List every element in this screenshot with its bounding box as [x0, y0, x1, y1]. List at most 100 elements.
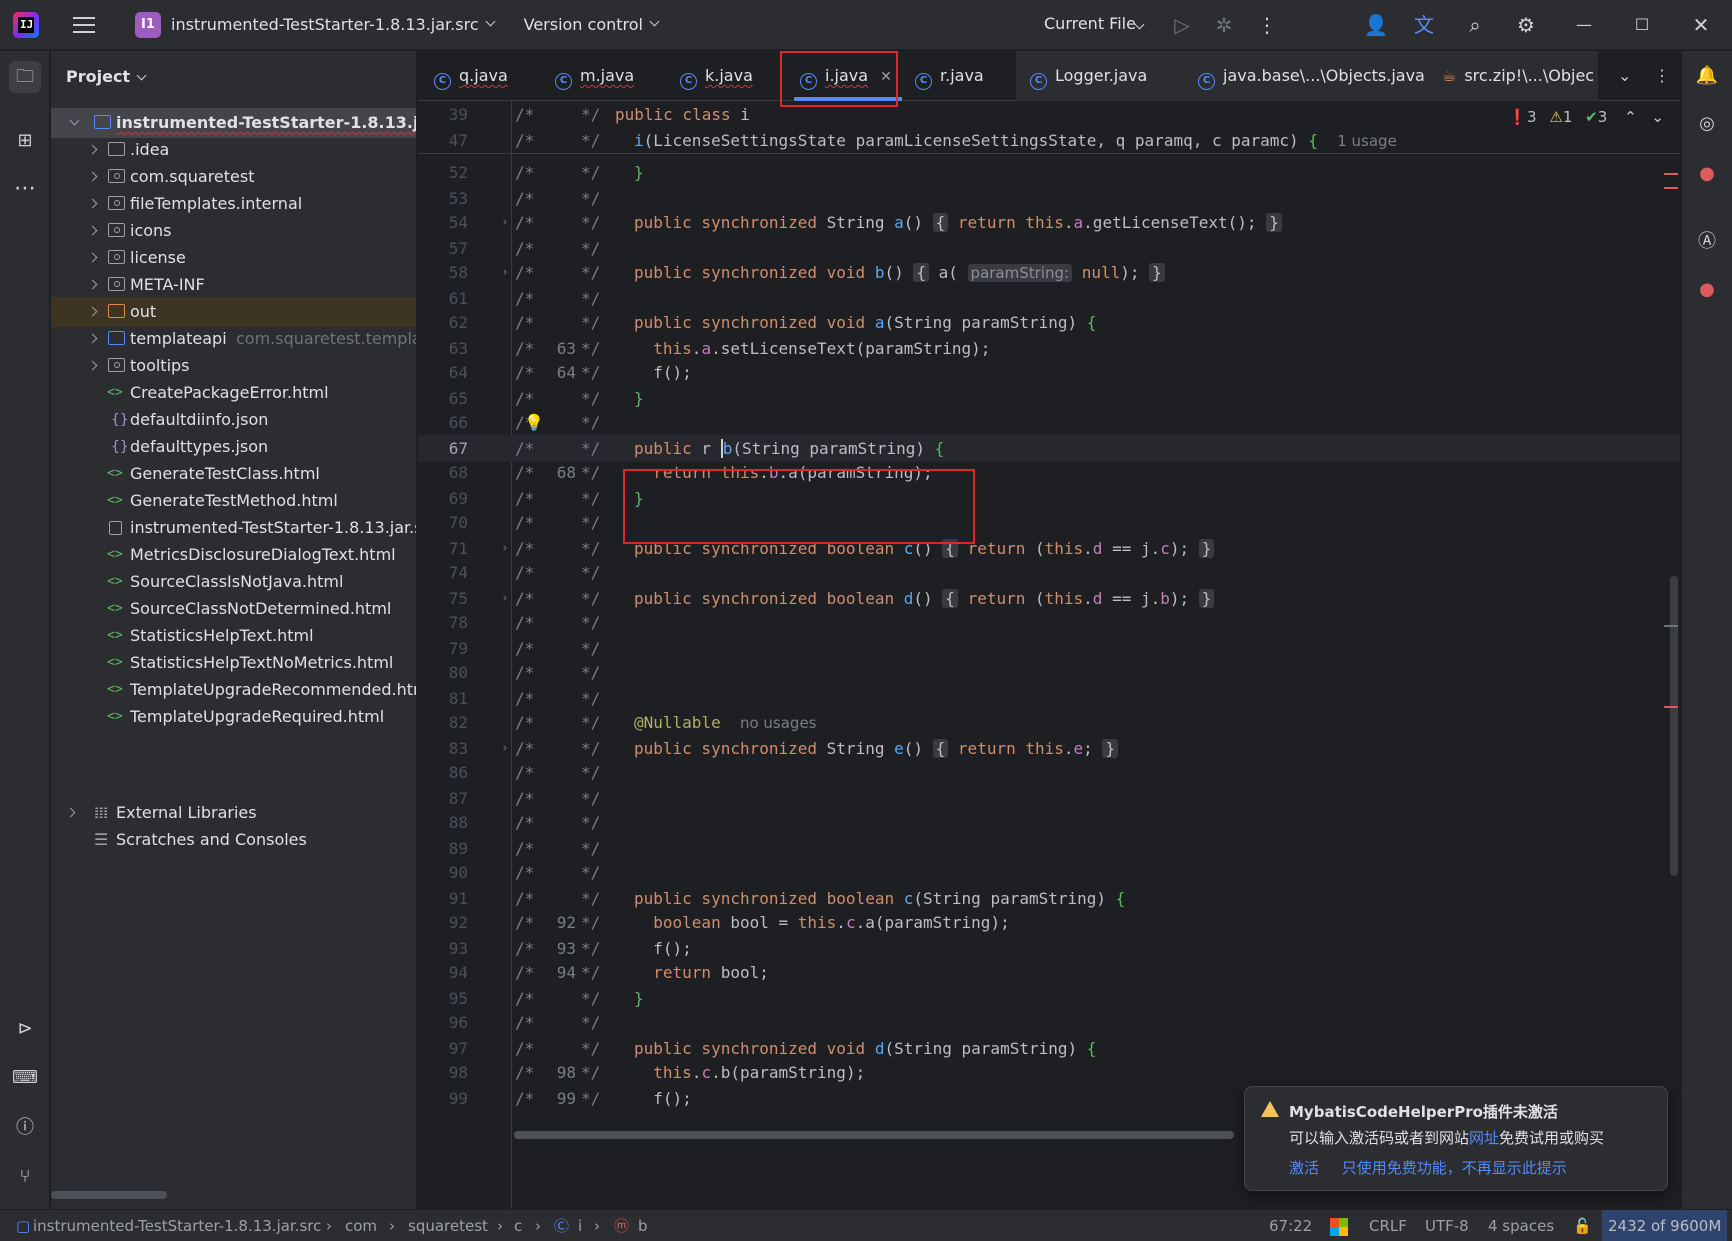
breadcrumb-separator-icon: ›: [326, 1217, 332, 1235]
package-folder-icon: [108, 250, 125, 264]
external-libraries[interactable]: 𝍖 External Libraries: [51, 798, 416, 828]
tabs-dropdown-icon[interactable]: ⌄: [1618, 51, 1631, 101]
more-actions-icon[interactable]: ⋮: [1253, 12, 1281, 38]
search-icon[interactable]: ⌕: [1461, 12, 1489, 38]
editor-horizontal-scrollbar[interactable]: [514, 1131, 1234, 1139]
tree-item[interactable]: templateapi com.squaretest.template: [51, 324, 416, 354]
tree-item[interactable]: tooltips: [51, 351, 416, 381]
json-file-icon: {}: [111, 412, 129, 428]
tree-item[interactable]: <> StatisticsHelpTextNoMetrics.html: [51, 648, 416, 678]
code-with-me-icon[interactable]: 👤: [1362, 12, 1390, 38]
main-menu-icon[interactable]: [73, 16, 95, 33]
tab-q-java[interactable]: Cq.java: [434, 51, 508, 101]
run-panel-icon[interactable]: ⊳: [9, 1013, 41, 1045]
tab-m-java[interactable]: Cm.java: [555, 51, 634, 101]
tree-item[interactable]: META-INF: [51, 270, 416, 300]
tree-item[interactable]: {} defaulttypes.json: [51, 432, 416, 462]
maximize-window-icon[interactable]: ☐: [1628, 12, 1656, 38]
git-branch-icon[interactable]: ⑂: [9, 1161, 41, 1193]
class-icon: C: [1030, 73, 1047, 90]
editor: Cq.java Cm.java Ck.java Ci.java ✕ Cr.java…: [418, 51, 1680, 1209]
tab-objects-java[interactable]: Cjava.base\...\Objects.java: [1182, 51, 1428, 101]
breadcrumb-c[interactable]: c: [514, 1210, 522, 1241]
windows-logo-icon[interactable]: [1330, 1218, 1348, 1236]
run-config-selector[interactable]: Current File: [1044, 14, 1136, 33]
problems-icon[interactable]: ⓘ: [9, 1112, 41, 1144]
tree-item[interactable]: <> GenerateTestClass.html: [51, 459, 416, 489]
notifications-bell-icon[interactable]: 🔔: [1692, 61, 1722, 91]
tree-item[interactable]: <> TemplateUpgradeRequired.html: [51, 702, 416, 732]
debug-icon[interactable]: ✲: [1210, 12, 1238, 38]
tree-item[interactable]: com.squaretest: [51, 162, 416, 192]
tree-item[interactable]: <> TemplateUpgradeRecommended.html: [51, 675, 416, 705]
lightbulb-icon[interactable]: 💡: [524, 409, 544, 436]
tab-k-java[interactable]: Ck.java: [680, 51, 753, 101]
indent-setting[interactable]: 4 spaces: [1488, 1210, 1554, 1241]
more-tools-icon[interactable]: ⋯: [9, 173, 41, 205]
next-highlight-icon[interactable]: ⌄: [1651, 108, 1664, 126]
project-panel-title[interactable]: Project: [66, 67, 147, 86]
tree-item[interactable]: <> MetricsDisclosureDialogText.html: [51, 540, 416, 570]
website-link[interactable]: 网址: [1469, 1129, 1499, 1147]
warning-icon: ⚠: [1549, 108, 1563, 126]
mybatis-log-icon[interactable]: ●: [1692, 275, 1722, 305]
project-folder-icon[interactable]: 🗀: [9, 61, 41, 93]
tree-item[interactable]: <> StatisticsHelpText.html: [51, 621, 416, 651]
settings-gear-icon[interactable]: ⚙: [1512, 12, 1540, 38]
ai-assistant-icon[interactable]: ◎: [1692, 109, 1722, 139]
translation-panel-icon[interactable]: Ⓐ: [1692, 227, 1722, 257]
project-panel-scrollbar[interactable]: [51, 1191, 167, 1199]
breadcrumb-b[interactable]: b: [638, 1210, 648, 1241]
package-folder-icon: [108, 358, 125, 372]
breadcrumb-separator-icon: ›: [594, 1217, 600, 1235]
breadcrumb-project[interactable]: instrumented-TestStarter-1.8.13.jar.src: [33, 1210, 321, 1241]
terminal-icon[interactable]: ⌨: [9, 1062, 41, 1094]
run-icon[interactable]: ▷: [1168, 12, 1196, 38]
file-encoding[interactable]: UTF-8: [1425, 1210, 1469, 1241]
notification-title: MybatisCodeHelperPro插件未激活: [1289, 1103, 1558, 1121]
left-tool-strip: 🗀 ⊞ ⋯ ⊳ ⌨ ⓘ ⑂: [0, 51, 50, 1209]
free-only-link[interactable]: 只使用免费功能，不再显示此提示: [1342, 1159, 1567, 1177]
tree-item[interactable]: fileTemplates.internal: [51, 189, 416, 219]
memory-indicator[interactable]: 2432 of 9600M: [1602, 1210, 1728, 1241]
tabs-more-icon[interactable]: ⋮: [1654, 51, 1670, 101]
tree-item[interactable]: icons: [51, 216, 416, 246]
line-separator[interactable]: CRLF: [1369, 1210, 1407, 1241]
minimize-window-icon[interactable]: —: [1570, 12, 1598, 38]
tab-src-zip-objects[interactable]: ☕ src.zip!\...\Objec: [1428, 51, 1598, 101]
tree-root[interactable]: instrumented-TestStarter-1.8.13.jar.src: [51, 108, 416, 138]
tree-item[interactable]: license: [51, 243, 416, 273]
scratches-icon: ☰: [94, 830, 109, 849]
tree-item[interactable]: <> CreatePackageError.html: [51, 378, 416, 408]
breadcrumb-i[interactable]: i: [578, 1210, 582, 1241]
tab-logger-java[interactable]: C Logger.java: [1016, 51, 1182, 101]
tree-item[interactable]: instrumented-TestStarter-1.8.13.jar.src: [51, 513, 416, 543]
editor-vertical-scrollbar[interactable]: [1670, 576, 1678, 876]
breadcrumb-com[interactable]: com: [345, 1210, 377, 1241]
tree-item[interactable]: {} defaultdiinfo.json: [51, 405, 416, 435]
tree-item[interactable]: <> SourceClassNotDetermined.html: [51, 594, 416, 624]
tree-item[interactable]: <> GenerateTestMethod.html: [51, 486, 416, 516]
structure-icon[interactable]: ⊞: [9, 125, 41, 157]
tab-r-java[interactable]: Cr.java: [915, 51, 984, 101]
translate-icon[interactable]: 文: [1410, 12, 1438, 38]
activate-link[interactable]: 激活: [1289, 1159, 1319, 1177]
tree-item[interactable]: <> SourceClassIsNotJava.html: [51, 567, 416, 597]
version-control-menu[interactable]: Version control: [524, 15, 643, 34]
lock-icon[interactable]: 🔓: [1573, 1210, 1592, 1241]
caret-position[interactable]: 67:22: [1269, 1210, 1312, 1241]
inspection-widget[interactable]: ❗3 ⚠1 ✔3 ⌃ ⌄: [1508, 108, 1664, 126]
title-bar: IJ I1 instrumented-TestStarter-1.8.13.ja…: [0, 0, 1732, 50]
previous-highlight-icon[interactable]: ⌃: [1624, 108, 1637, 126]
tree-item[interactable]: out: [51, 297, 416, 327]
close-window-icon[interactable]: ✕: [1687, 12, 1715, 38]
project-name[interactable]: instrumented-TestStarter-1.8.13.jar.src: [171, 15, 479, 34]
project-badge[interactable]: I1: [135, 11, 161, 38]
library-icon: 𝍖: [94, 803, 109, 822]
mybatis-plugin-icon[interactable]: ●: [1692, 159, 1722, 189]
breadcrumb-squaretest[interactable]: squaretest: [408, 1210, 488, 1241]
html-file-icon: <>: [107, 385, 123, 400]
code-area[interactable]: 39/* */public class i 47/* */i(LicenseSett…: [418, 101, 1680, 1209]
tree-item[interactable]: .idea: [51, 135, 416, 165]
scratches-and-consoles[interactable]: ☰ Scratches and Consoles: [51, 825, 416, 855]
